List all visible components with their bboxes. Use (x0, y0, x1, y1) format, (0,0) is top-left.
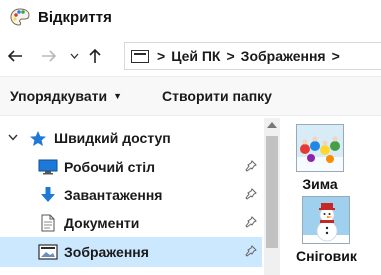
file-name: Сніговик (296, 248, 357, 264)
arrow-right-icon (42, 50, 57, 62)
file-item-snowman[interactable]: Сніговик (296, 196, 357, 264)
organize-label: Упорядкувати (10, 88, 108, 104)
breadcrumb-separator: > (226, 48, 235, 64)
sidebar-item-label: Швидкий доступ (54, 130, 171, 146)
recent-locations-button[interactable] (66, 44, 82, 68)
scroll-up-icon[interactable] (267, 122, 277, 128)
window-title: Відкриття (38, 8, 112, 26)
paint-palette-icon (10, 8, 30, 26)
document-icon (38, 214, 58, 232)
pictures-icon (38, 243, 58, 261)
sidebar-item-downloads[interactable]: Завантаження (0, 181, 262, 209)
pin-icon[interactable] (245, 187, 257, 203)
caret-down-icon: ▼ (113, 91, 122, 101)
sidebar-item-label: Завантаження (64, 187, 163, 203)
breadcrumb-pictures[interactable]: Зображення (241, 48, 326, 64)
breadcrumb-separator: > (157, 48, 166, 64)
pin-icon[interactable] (245, 159, 257, 175)
breadcrumb-separator: > (331, 48, 340, 64)
forward-button[interactable] (38, 44, 60, 68)
sidebar-item-label: Зображення (64, 244, 149, 260)
snowman-thumbnail (302, 196, 351, 244)
chevron-down-icon (70, 53, 78, 59)
sidebar-item-label: Робочий стіл (64, 159, 156, 175)
breadcrumb-this-pc[interactable]: Цей ПК (171, 48, 220, 64)
back-button[interactable] (4, 44, 26, 68)
sidebar-item-desktop[interactable]: Робочий стіл (0, 153, 262, 181)
title-bar: Відкриття (0, 0, 381, 34)
organize-button[interactable]: Упорядкувати ▼ (10, 88, 122, 104)
arrow-up-icon (89, 48, 101, 63)
chevron-down-icon[interactable] (8, 134, 18, 141)
download-arrow-icon (38, 186, 58, 204)
folder-window-icon (131, 49, 149, 63)
sidebar-item-quick-access[interactable]: Швидкий доступ (0, 124, 262, 152)
up-button[interactable] (84, 44, 106, 68)
navigation-bar: > Цей ПК > Зображення > (0, 40, 381, 72)
command-bar: Упорядкувати ▼ Створити папку (0, 76, 381, 116)
file-item-winter[interactable]: Зима (296, 124, 344, 192)
pin-icon[interactable] (245, 215, 257, 231)
navigation-scrollbar[interactable] (264, 118, 280, 275)
new-folder-button[interactable]: Створити папку (162, 88, 272, 104)
desktop-icon (38, 158, 58, 176)
star-icon (28, 129, 48, 147)
scrollbar-thumb[interactable] (266, 136, 278, 248)
winter-scene-thumbnail (296, 124, 344, 172)
address-bar[interactable]: > Цей ПК > Зображення > (124, 42, 381, 70)
navigation-pane: Швидкий доступ Робочий стіл Завантаження… (0, 118, 264, 275)
pin-icon[interactable] (245, 244, 257, 260)
file-name: Зима (302, 176, 338, 192)
arrow-left-icon (7, 50, 22, 62)
sidebar-item-documents[interactable]: Документи (0, 209, 262, 237)
sidebar-item-label: Документи (64, 215, 140, 231)
sidebar-item-pictures[interactable]: Зображення (0, 237, 262, 267)
file-list: Зима Сніговик (282, 118, 381, 275)
new-folder-label: Створити папку (162, 88, 272, 104)
